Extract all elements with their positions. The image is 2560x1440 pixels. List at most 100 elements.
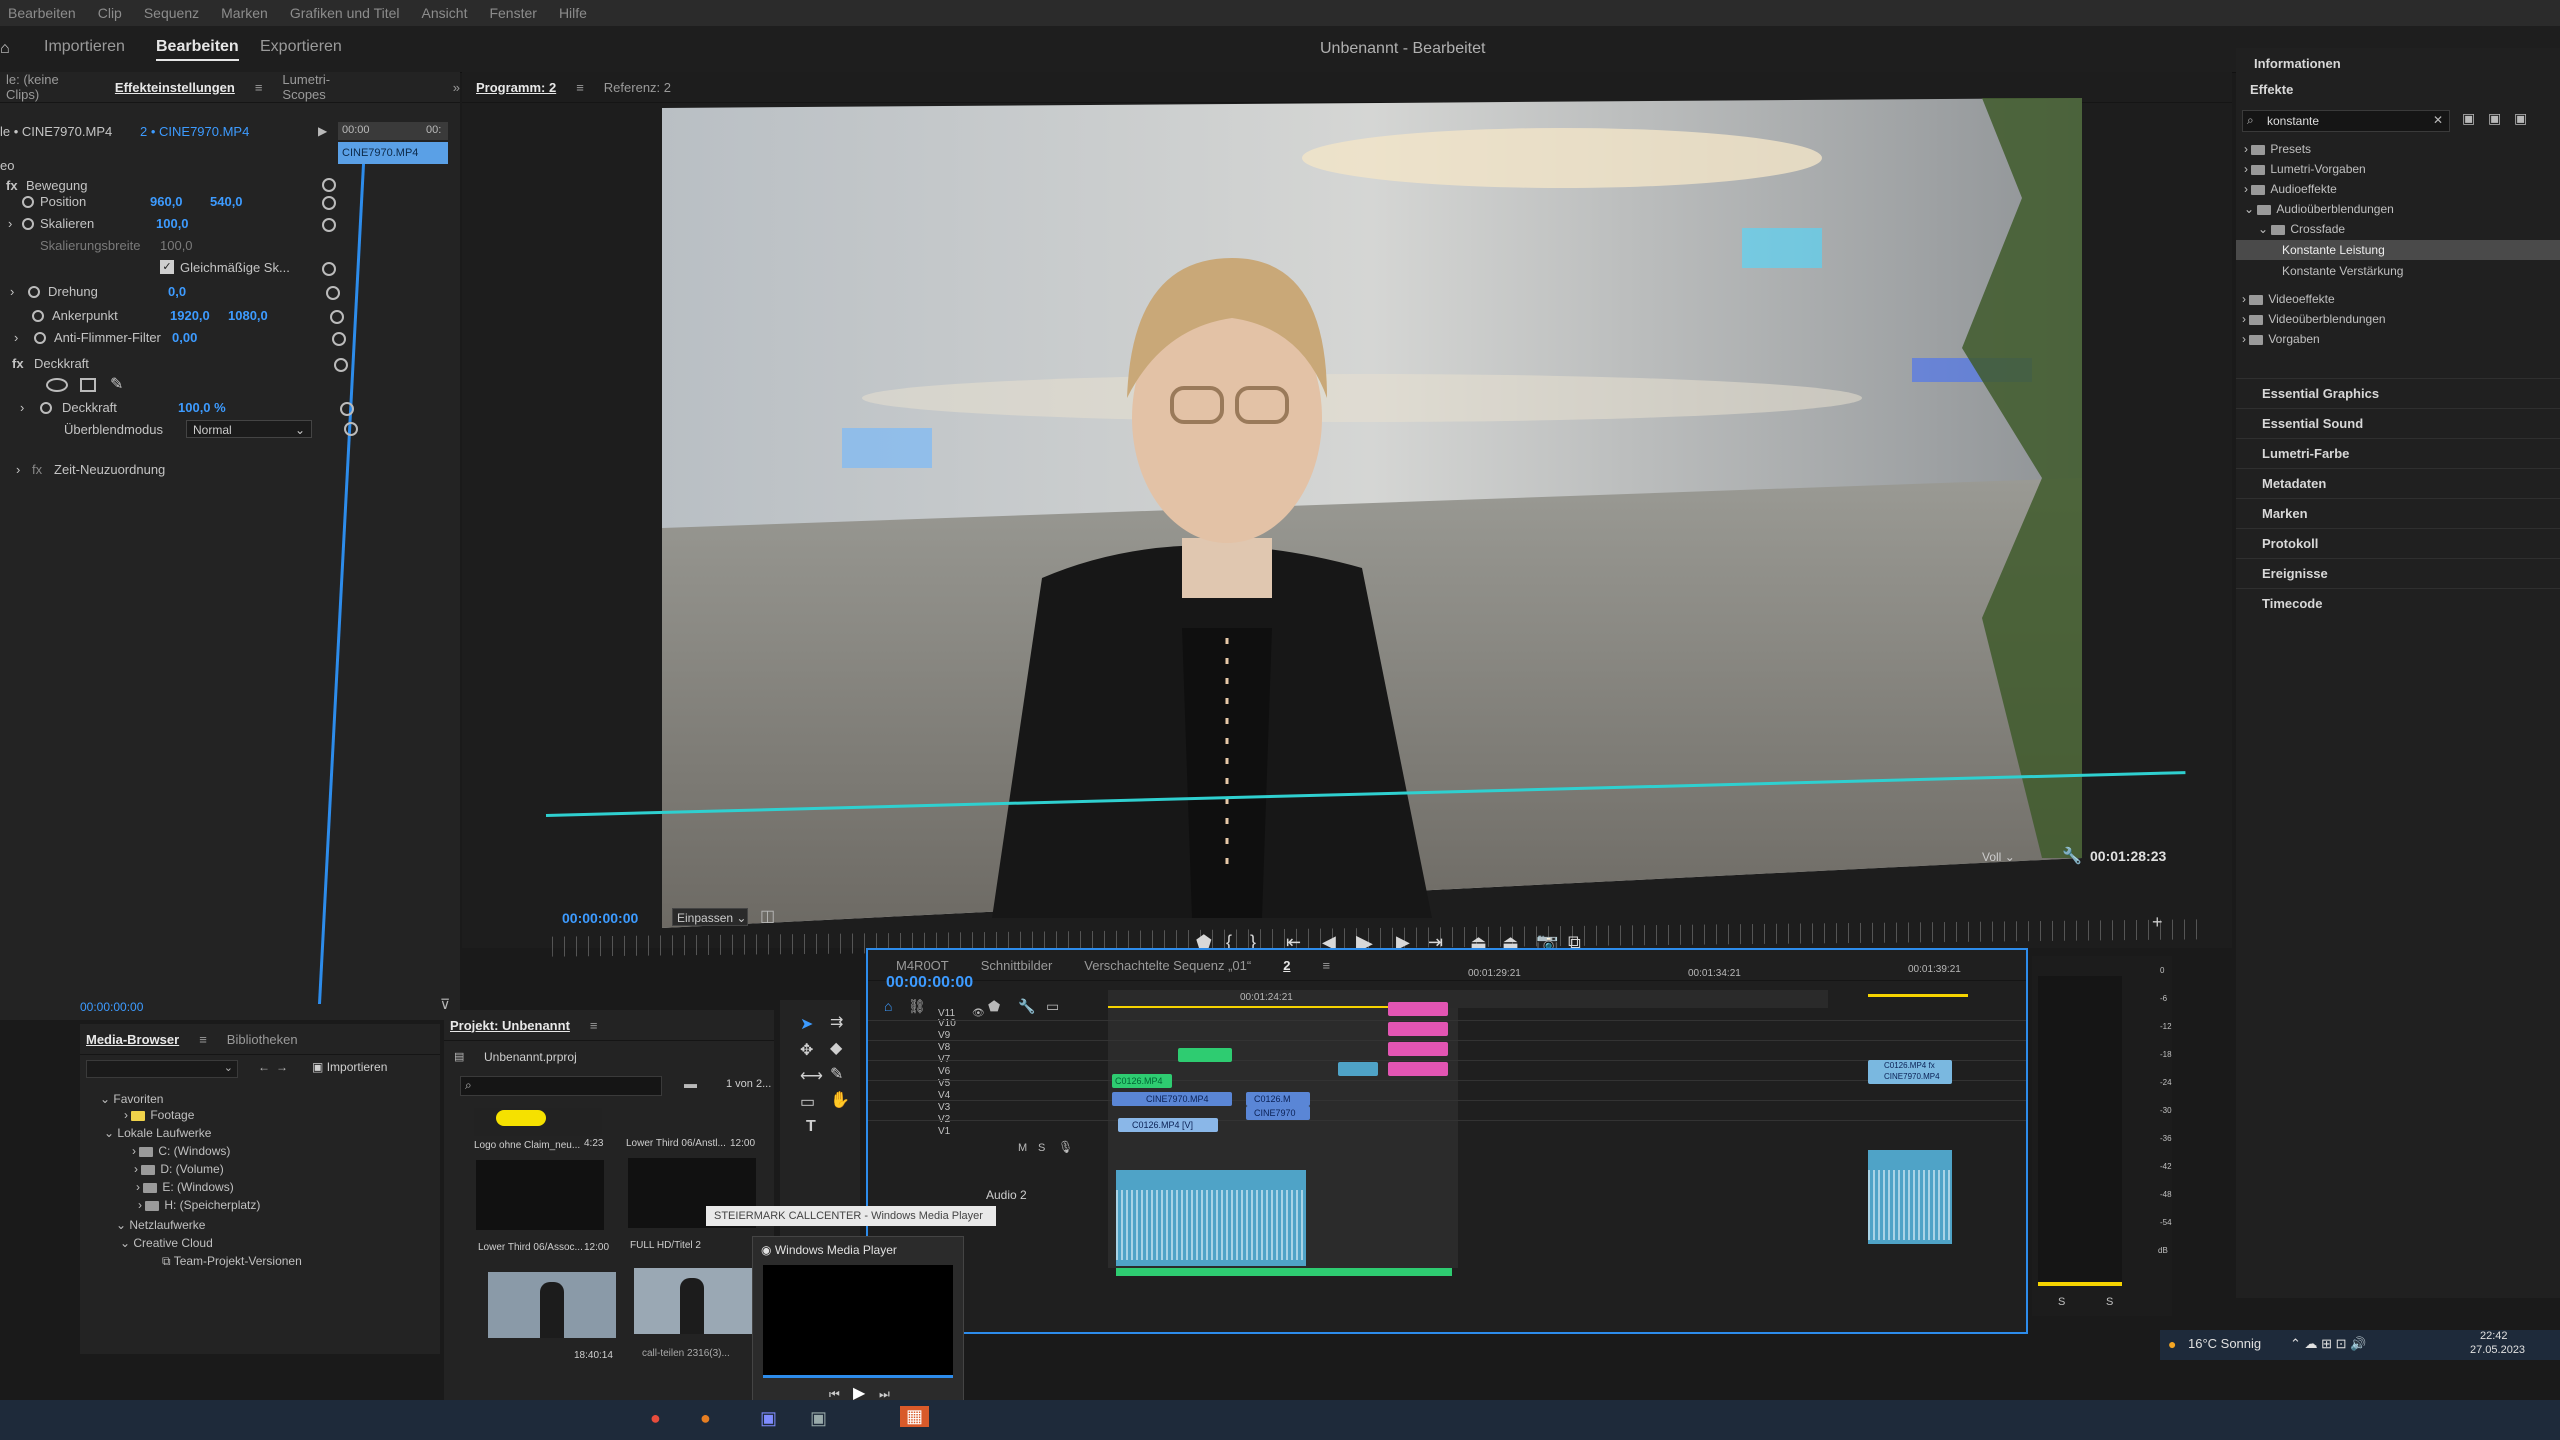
app-icon-media-player[interactable]: ▣: [810, 1408, 827, 1429]
overflow-icon[interactable]: »: [453, 80, 460, 95]
clip-blue[interactable]: [1338, 1062, 1378, 1076]
tab-libraries[interactable]: Bibliotheken: [227, 1032, 298, 1047]
expand-arrow-icon[interactable]: ›: [8, 216, 12, 231]
uniform-scale-checkbox[interactable]: ✓: [160, 260, 174, 274]
tab-bearbeiten[interactable]: Bearbeiten: [156, 38, 239, 61]
effects-search-input[interactable]: ⌕ konstante ✕: [2242, 110, 2450, 132]
tree-drive-c[interactable]: › C: (Windows): [132, 1144, 230, 1158]
tree-local-drives[interactable]: ⌄ Lokale Laufwerke: [104, 1126, 211, 1140]
tab-project[interactable]: Projekt: Unbenannt: [450, 1018, 570, 1033]
clip-pink[interactable]: [1388, 1042, 1448, 1056]
project-search-input[interactable]: ⌕: [460, 1076, 662, 1096]
hamburger-icon[interactable]: ≡: [1322, 958, 1330, 973]
tree-team-project[interactable]: ⧉ Team-Projekt-Versionen: [162, 1254, 302, 1269]
tree-drive-d[interactable]: › D: (Volume): [134, 1162, 224, 1176]
new-bin-icon[interactable]: ▬: [684, 1076, 697, 1091]
rectangle-tool-icon[interactable]: ▭: [800, 1092, 815, 1112]
tab-source[interactable]: le: (keine Clips): [6, 72, 95, 102]
rotation-value[interactable]: 0,0: [168, 284, 186, 299]
section-lumetri-color[interactable]: Lumetri-Farbe: [2236, 438, 2560, 468]
stopwatch-icon[interactable]: [22, 218, 34, 230]
app-icon-office[interactable]: ▦: [900, 1406, 930, 1427]
mic-icon[interactable]: 🎙: [1058, 1140, 1073, 1154]
clip-pink[interactable]: [1388, 1002, 1448, 1016]
back-icon[interactable]: ←: [258, 1060, 270, 1074]
home-icon[interactable]: ⌂: [0, 40, 10, 58]
clip-video[interactable]: C0126.MP4 [V]: [1118, 1118, 1218, 1132]
clip-video[interactable]: CINE7970.MP4: [1112, 1092, 1232, 1106]
section-events[interactable]: Ereignisse: [2236, 558, 2560, 588]
stopwatch-icon[interactable]: [40, 402, 52, 414]
blend-mode-select[interactable]: Normal ⌄: [186, 420, 312, 438]
hamburger-icon[interactable]: ≡: [199, 1032, 207, 1047]
tab-lumetri-scopes[interactable]: Lumetri-Scopes: [282, 72, 372, 102]
tree-item-video-effects[interactable]: › Videoeffekte: [2242, 292, 2335, 306]
menu-hilfe[interactable]: Hilfe: [559, 5, 587, 21]
timeline-current-time[interactable]: 00:00:00:00: [886, 974, 973, 992]
stopwatch-icon[interactable]: [28, 286, 40, 298]
razor-icon[interactable]: ◆: [830, 1038, 842, 1058]
stopwatch-icon[interactable]: [32, 310, 44, 322]
audio-clip[interactable]: [1116, 1170, 1306, 1266]
tray-icons[interactable]: ⌃ ☁ ⊞ ⊡ 🔊: [2290, 1336, 2366, 1352]
menu-fenster[interactable]: Fenster: [489, 5, 536, 21]
reset-icon[interactable]: [340, 402, 354, 416]
wrench-icon[interactable]: 🔧: [1018, 998, 1035, 1015]
hand-tool-icon[interactable]: ✋: [830, 1090, 850, 1110]
reset-icon[interactable]: [334, 358, 348, 372]
location-select[interactable]: ⌄: [86, 1060, 238, 1078]
section-essential-graphics[interactable]: Essential Graphics: [2236, 378, 2560, 408]
menu-sequenz[interactable]: Sequenz: [144, 5, 199, 21]
tab-exportieren[interactable]: Exportieren: [260, 38, 342, 56]
section-markers[interactable]: Marken: [2236, 498, 2560, 528]
reset-icon[interactable]: [330, 310, 344, 324]
tab-media-browser[interactable]: Media-Browser: [86, 1032, 179, 1047]
section-metadata[interactable]: Metadaten: [2236, 468, 2560, 498]
wrench-icon[interactable]: 🔧: [2062, 846, 2082, 866]
clip-header[interactable]: le • CINE7970.MP4: [0, 124, 112, 139]
solo-right-button[interactable]: S: [2106, 1296, 2113, 1308]
clip-pink[interactable]: [1388, 1062, 1448, 1076]
time-remap-label[interactable]: Zeit-Neuzuordnung: [54, 462, 165, 477]
menu-clip[interactable]: Clip: [98, 5, 122, 21]
captions-icon[interactable]: ▭: [1046, 998, 1059, 1015]
tree-footage[interactable]: › Footage: [124, 1108, 194, 1122]
track-v6[interactable]: V6: [938, 1066, 950, 1077]
info-label[interactable]: Informationen: [2254, 56, 2341, 71]
settings-icon[interactable]: ◫: [760, 906, 775, 926]
project-item-thumb[interactable]: [476, 1160, 604, 1230]
opacity-group-label[interactable]: Deckkraft: [34, 356, 89, 371]
tab-sequence-cuts[interactable]: Schnittbilder: [981, 958, 1053, 973]
mini-timeline-clip[interactable]: CINE7970.MP4: [338, 142, 448, 164]
import-button[interactable]: ▣ Importieren: [312, 1060, 387, 1074]
track-v8[interactable]: V8: [938, 1042, 950, 1053]
clock-date[interactable]: 27.05.2023: [2470, 1344, 2525, 1356]
track-v3[interactable]: V3: [938, 1102, 950, 1113]
tree-drive-h[interactable]: › H: (Speicherplatz): [138, 1198, 260, 1212]
tree-item-constant-gain[interactable]: Konstante Verstärkung: [2282, 264, 2403, 278]
tab-sequence-main[interactable]: M4R0OT: [896, 958, 949, 973]
32bit-icon[interactable]: ▣: [2488, 110, 2501, 127]
menu-grafiken[interactable]: Grafiken und Titel: [290, 5, 400, 21]
tree-item-video-transitions[interactable]: › Videoüberblendungen: [2242, 312, 2386, 326]
tree-drive-e[interactable]: › E: (Windows): [136, 1180, 234, 1194]
effects-label[interactable]: Effekte: [2250, 82, 2293, 97]
stopwatch-icon[interactable]: [22, 196, 34, 208]
tree-creative-cloud[interactable]: ⌄ Creative Cloud: [120, 1236, 213, 1250]
ripple-edit-icon[interactable]: ✥: [800, 1040, 813, 1060]
clip-master[interactable]: 2 • CINE7970.MP4: [140, 124, 249, 139]
tree-item-lumetri[interactable]: › Lumetri-Vorgaben: [2244, 162, 2366, 176]
track-select-icon[interactable]: ⇉: [830, 1012, 843, 1032]
project-item-thumb[interactable]: [634, 1268, 754, 1334]
slip-tool-icon[interactable]: ⟷: [800, 1066, 823, 1086]
track-v1[interactable]: V1: [938, 1126, 950, 1137]
effect-controls-time[interactable]: 00:00:00:00: [80, 1000, 143, 1014]
app-icon-premiere[interactable]: ▣: [760, 1408, 777, 1429]
expand-arrow-icon[interactable]: ›: [16, 462, 20, 477]
clip-pink[interactable]: [1388, 1022, 1448, 1036]
app-icon-chrome[interactable]: ●: [650, 1408, 661, 1429]
reset-icon[interactable]: [332, 332, 346, 346]
reset-icon[interactable]: [326, 286, 340, 300]
program-current-time[interactable]: 00:00:00:00: [562, 910, 638, 926]
anchor-x-value[interactable]: 1920,0: [170, 308, 210, 323]
